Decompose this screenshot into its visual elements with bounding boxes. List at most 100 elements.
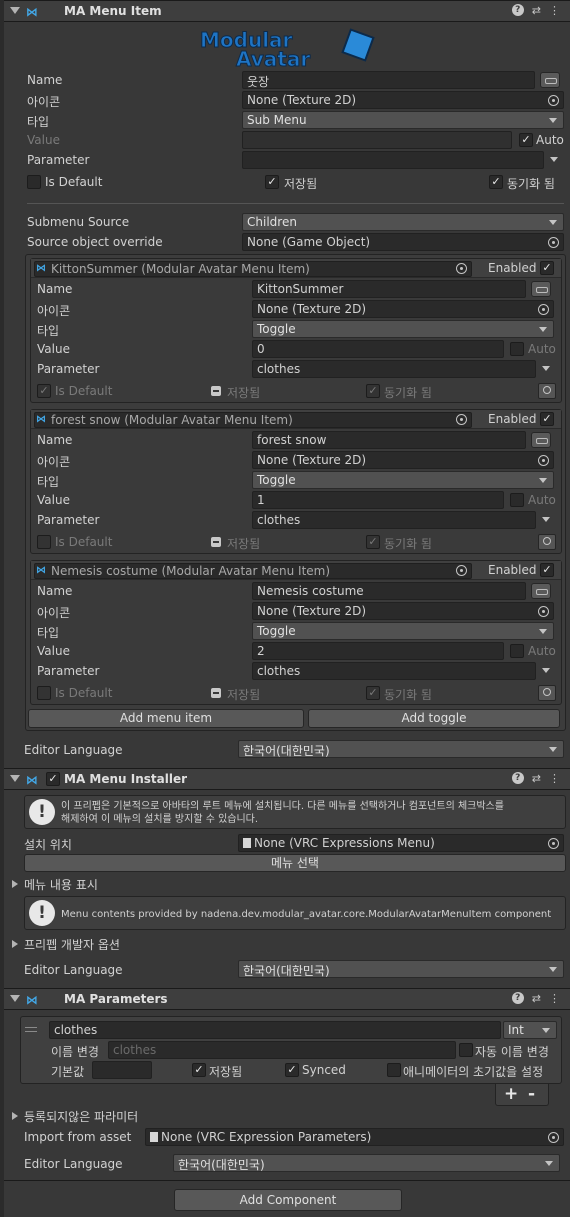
parameter-name-field[interactable]: clothes bbox=[49, 1021, 501, 1039]
child-object-field[interactable]: forest snow (Modular Avatar Menu Item) bbox=[34, 412, 472, 428]
object-picker-icon[interactable] bbox=[548, 95, 559, 106]
import-from-asset-field[interactable]: None (VRC Expression Parameters) bbox=[145, 1128, 564, 1146]
saved-mixed-icon[interactable] bbox=[211, 386, 221, 396]
foldout-arrow-icon[interactable] bbox=[12, 940, 18, 948]
help-icon[interactable]: ? bbox=[511, 772, 524, 784]
object-picker-icon[interactable] bbox=[538, 606, 549, 617]
enabled-checkbox[interactable]: ✓ bbox=[540, 412, 554, 426]
source-override-field[interactable]: None (Game Object) bbox=[242, 233, 564, 251]
child-object-field[interactable]: KittonSummer (Modular Avatar Menu Item) bbox=[34, 261, 472, 277]
synced-checkbox[interactable]: ✓ bbox=[366, 686, 380, 700]
preset-icon[interactable]: ⇄ bbox=[532, 992, 541, 1005]
parameter-dropdown-arrow-icon[interactable] bbox=[542, 366, 552, 372]
default-value-field[interactable] bbox=[92, 1061, 152, 1079]
search-icon[interactable] bbox=[538, 685, 556, 701]
synced-checkbox[interactable]: ✓ bbox=[366, 384, 380, 398]
submenu-source-dropdown[interactable]: Children bbox=[242, 213, 564, 231]
object-picker-icon[interactable] bbox=[456, 565, 467, 576]
kebab-menu-icon[interactable]: ⋮ bbox=[549, 992, 560, 1005]
object-picker-icon[interactable] bbox=[456, 263, 467, 274]
enabled-checkbox[interactable]: ✓ bbox=[540, 261, 554, 275]
auto-checkbox[interactable] bbox=[510, 493, 524, 507]
auto-checkbox[interactable]: ✓ bbox=[519, 133, 533, 147]
search-icon[interactable] bbox=[538, 383, 556, 399]
developer-options-foldout[interactable]: 프리펩 개발자 옵션 bbox=[24, 936, 120, 953]
editor-language-dropdown[interactable]: 한국어(대한민국) bbox=[238, 960, 564, 978]
parameter-type-dropdown[interactable]: Int bbox=[503, 1021, 557, 1039]
rename-field[interactable]: clothes bbox=[108, 1041, 456, 1059]
menu-installer-header[interactable]: ⋈ ✓ MA Menu Installer ? ⇄ ⋮ bbox=[4, 768, 570, 790]
value-field[interactable]: 2 bbox=[252, 642, 504, 660]
is-default-checkbox[interactable] bbox=[27, 175, 41, 189]
auto-checkbox[interactable] bbox=[510, 644, 524, 658]
name-field[interactable]: forest snow bbox=[252, 431, 526, 449]
foldout-arrow-icon[interactable] bbox=[10, 995, 20, 1002]
synced-checkbox[interactable]: ✓ bbox=[366, 535, 380, 549]
enabled-checkbox[interactable]: ✓ bbox=[540, 563, 554, 577]
kebab-menu-icon[interactable]: ⋮ bbox=[549, 4, 560, 17]
value-field[interactable]: 1 bbox=[252, 491, 504, 509]
add-component-button[interactable]: Add Component bbox=[174, 1189, 402, 1211]
name-options-button[interactable] bbox=[531, 583, 551, 599]
parameter-field[interactable] bbox=[242, 151, 544, 169]
foldout-arrow-icon[interactable] bbox=[10, 775, 20, 782]
saved-mixed-icon[interactable] bbox=[211, 688, 221, 698]
preset-icon[interactable]: ⇄ bbox=[532, 772, 541, 785]
object-picker-icon[interactable] bbox=[548, 1132, 559, 1143]
search-icon[interactable] bbox=[538, 534, 556, 550]
is-default-checkbox[interactable]: ✓ bbox=[37, 384, 51, 398]
name-options-button[interactable] bbox=[531, 281, 551, 297]
editor-language-dropdown[interactable]: 한국어(대한민국) bbox=[238, 740, 564, 758]
foldout-arrow-icon[interactable] bbox=[12, 1112, 18, 1120]
unregistered-parameters-foldout[interactable]: 등록되지않은 파라미터 bbox=[24, 1108, 138, 1125]
install-location-field[interactable]: None (VRC Expressions Menu) bbox=[238, 834, 564, 852]
help-icon[interactable]: ? bbox=[511, 4, 524, 16]
parameter-field[interactable]: clothes bbox=[252, 360, 536, 378]
foldout-arrow-icon[interactable] bbox=[10, 7, 20, 14]
saved-checkbox[interactable]: ✓ bbox=[192, 1063, 206, 1077]
object-picker-icon[interactable] bbox=[538, 455, 549, 466]
parameters-header[interactable]: ⋈ MA Parameters ? ⇄ ⋮ bbox=[4, 988, 570, 1010]
icon-field[interactable]: None (Texture 2D) bbox=[252, 602, 554, 620]
synced-checkbox[interactable]: ✓ bbox=[489, 175, 503, 189]
remove-parameter-button[interactable]: - bbox=[528, 1084, 535, 1104]
auto-rename-checkbox[interactable] bbox=[459, 1043, 473, 1057]
auto-checkbox[interactable] bbox=[510, 342, 524, 356]
help-icon[interactable]: ? bbox=[511, 992, 524, 1004]
saved-mixed-icon[interactable] bbox=[211, 537, 221, 547]
icon-field[interactable]: None (Texture 2D) bbox=[252, 451, 554, 469]
value-field[interactable] bbox=[242, 131, 512, 149]
kebab-menu-icon[interactable]: ⋮ bbox=[549, 772, 560, 785]
menu-item-header[interactable]: ⋈ MA Menu Item ? ⇄ ⋮ bbox=[4, 0, 570, 22]
add-parameter-button[interactable]: + bbox=[504, 1084, 518, 1104]
object-picker-icon[interactable] bbox=[548, 838, 559, 849]
type-dropdown[interactable]: Sub Menu bbox=[242, 111, 564, 129]
value-field[interactable]: 0 bbox=[252, 340, 504, 358]
icon-field[interactable]: None (Texture 2D) bbox=[252, 300, 554, 318]
show-contents-foldout[interactable]: 메뉴 내용 표시 bbox=[24, 876, 98, 893]
type-dropdown[interactable]: Toggle bbox=[252, 622, 554, 640]
editor-language-dropdown[interactable]: 한국어(대한민국) bbox=[173, 1154, 560, 1172]
child-object-field[interactable]: Nemesis costume (Modular Avatar Menu Ite… bbox=[34, 563, 472, 579]
name-options-button[interactable] bbox=[531, 432, 551, 448]
parameter-field[interactable]: clothes bbox=[252, 662, 536, 680]
icon-field[interactable]: None (Texture 2D) bbox=[242, 91, 564, 109]
object-picker-icon[interactable] bbox=[548, 237, 559, 248]
component-enabled-checkbox[interactable]: ✓ bbox=[46, 772, 60, 786]
type-dropdown[interactable]: Toggle bbox=[252, 320, 554, 338]
object-picker-icon[interactable] bbox=[456, 414, 467, 425]
name-options-button[interactable] bbox=[540, 72, 560, 88]
parameter-dropdown-arrow-icon[interactable] bbox=[542, 517, 552, 523]
synced-checkbox[interactable]: ✓ bbox=[285, 1063, 299, 1077]
parameter-dropdown-arrow-icon[interactable] bbox=[550, 157, 560, 163]
add-toggle-button[interactable]: Add toggle bbox=[308, 709, 560, 728]
parameter-field[interactable]: clothes bbox=[252, 511, 536, 529]
select-menu-button[interactable]: 메뉴 선택 bbox=[24, 854, 566, 872]
name-field[interactable]: 웃장 bbox=[242, 71, 535, 89]
is-default-checkbox[interactable] bbox=[37, 535, 51, 549]
name-field[interactable]: Nemesis costume bbox=[252, 582, 526, 600]
parameter-dropdown-arrow-icon[interactable] bbox=[542, 668, 552, 674]
preset-icon[interactable]: ⇄ bbox=[532, 4, 541, 17]
type-dropdown[interactable]: Toggle bbox=[252, 471, 554, 489]
animator-default-checkbox[interactable] bbox=[387, 1063, 401, 1077]
